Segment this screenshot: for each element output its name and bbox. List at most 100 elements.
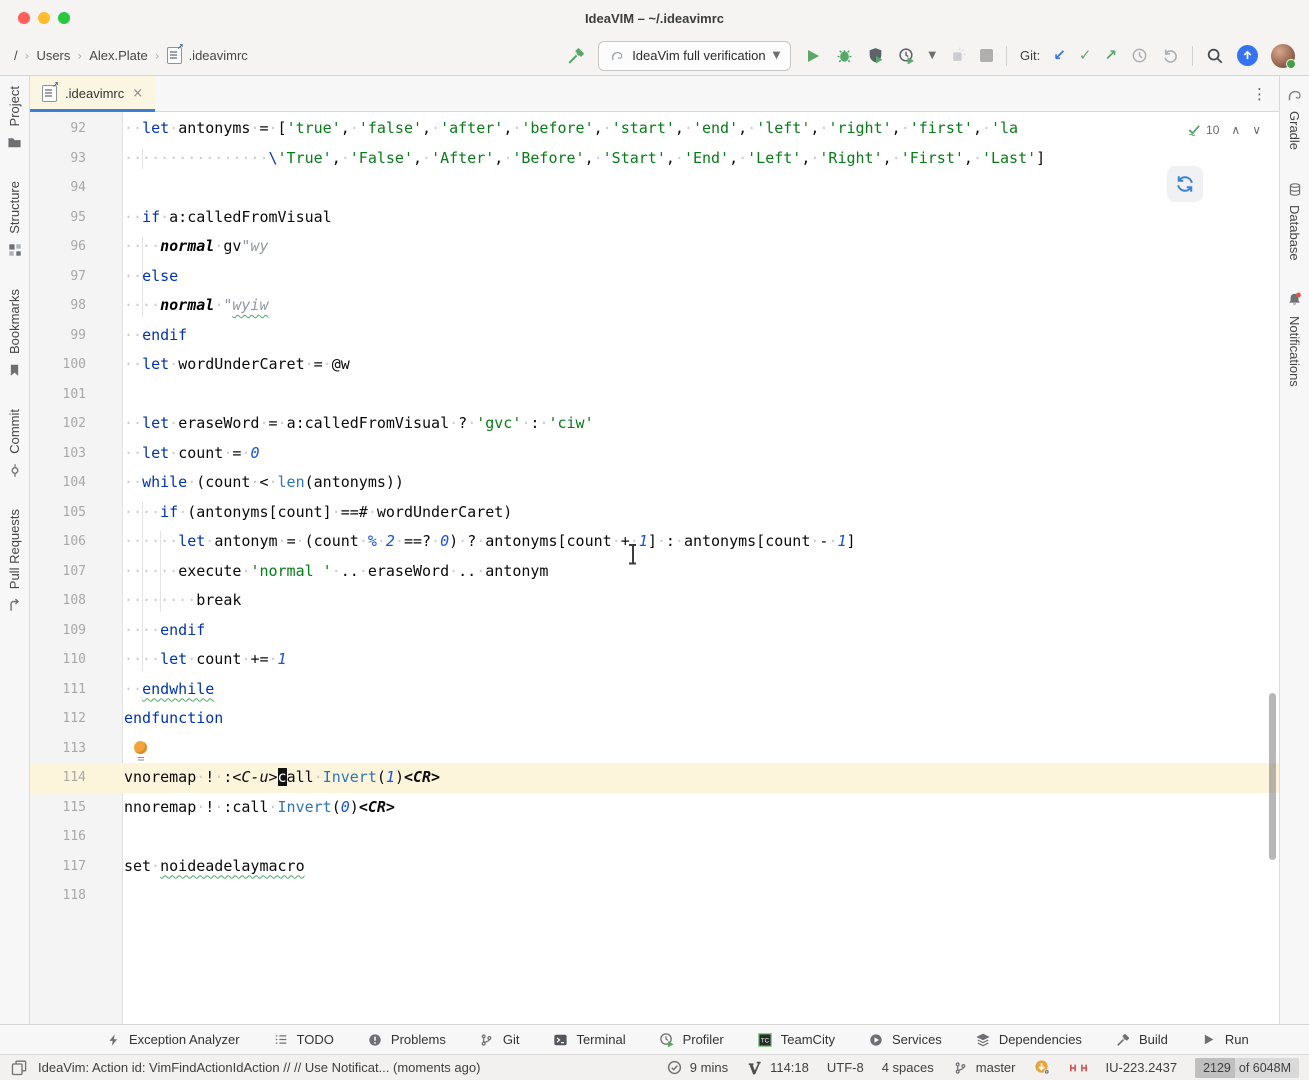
editor-line-111: 111 ··endwhile (30, 675, 1279, 705)
toolwindow-button-problems[interactable]: Problems (366, 1031, 446, 1049)
line-number[interactable]: 102 (30, 409, 122, 439)
status-item-git-branch[interactable]: master (952, 1059, 1016, 1077)
status-item-file-encoding[interactable]: UTF-8 (827, 1060, 864, 1075)
line-number[interactable]: 101 (30, 380, 122, 410)
line-number[interactable]: 103 (30, 439, 122, 469)
tool-stripe-button-database[interactable]: Database (1286, 180, 1304, 261)
line-number[interactable]: 114 (30, 763, 122, 793)
toolwindow-button-services[interactable]: Services (867, 1031, 942, 1049)
status-item-label: 114:18 (770, 1060, 809, 1075)
editor-scrollbar[interactable] (1269, 693, 1276, 860)
line-number[interactable]: 99 (30, 321, 122, 351)
line-number[interactable]: 109 (30, 616, 122, 646)
tool-stripe-label: Pull Requests (7, 509, 22, 590)
toolwindow-button-run[interactable]: Run (1200, 1031, 1249, 1049)
structure-icon (6, 241, 24, 259)
line-number[interactable]: 111 (30, 675, 122, 705)
layout-icon[interactable] (10, 1059, 28, 1077)
line-number[interactable]: 110 (30, 645, 122, 675)
status-message[interactable]: IdeaVim: Action id: VimFindActionIdActio… (38, 1060, 480, 1075)
line-number[interactable]: 107 (30, 557, 122, 587)
tool-stripe-button-notifications[interactable]: Notifications (1286, 291, 1304, 387)
prev-problem-icon[interactable]: ∧ (1231, 123, 1240, 137)
git-update-icon[interactable]: ↙ (1053, 48, 1066, 63)
toolwindow-button-teamcity[interactable]: TC TeamCity (756, 1031, 835, 1049)
history-icon (1130, 47, 1148, 65)
gradle-icon (1286, 86, 1304, 104)
run-options-chevron-icon[interactable]: ▼ (928, 50, 936, 61)
line-number[interactable]: 100 (30, 350, 122, 380)
line-number[interactable]: 106 (30, 527, 122, 557)
ide-update-icon[interactable] (1237, 45, 1258, 66)
line-number[interactable]: 92 (30, 114, 122, 144)
tool-stripe-button-project[interactable]: Project (6, 86, 24, 151)
line-number[interactable]: 115 (30, 793, 122, 823)
line-number[interactable]: 118 (30, 881, 122, 911)
toolwindow-button-todo[interactable]: TODO (272, 1031, 334, 1049)
memory-indicator[interactable]: 2129 of 6048M (1195, 1057, 1299, 1078)
line-number[interactable]: 112 (30, 704, 122, 734)
inspections-count: 10 (1206, 122, 1220, 137)
exception-analyzer-icon (104, 1031, 122, 1049)
reload-file-button[interactable] (1167, 166, 1203, 202)
tab-ideavimrc[interactable]: .ideavimrc × (30, 76, 156, 112)
toolwindow-button-dependencies[interactable]: Dependencies (974, 1031, 1082, 1049)
run-configuration-select[interactable]: IdeaVim full verification ▼ (598, 40, 792, 71)
tool-stripe-button-structure[interactable]: Structure (6, 181, 24, 259)
git-commit-check-icon[interactable]: ✓ (1079, 48, 1092, 63)
line-number[interactable]: 116 (30, 822, 122, 852)
line-number[interactable]: 117 (30, 852, 122, 882)
inspections-widget[interactable]: 10 ∧ ∨ (1183, 120, 1265, 139)
code-editor[interactable]: 92 ··let·antonyms·=·['true',·'false',·'af… (30, 112, 1279, 1024)
breadcrumb-users[interactable]: Users (36, 48, 70, 63)
breadcrumb-file[interactable]: .ideavimrc (189, 48, 248, 63)
toolwindow-button-terminal[interactable]: Terminal (551, 1031, 626, 1049)
avatar[interactable] (1271, 43, 1296, 69)
tool-stripe-button-gradle[interactable]: Gradle (1286, 86, 1304, 150)
editor-line-96: 96 ····normal·gv"wy (30, 232, 1279, 262)
build-hammer-icon[interactable] (567, 47, 585, 65)
breadcrumb-root[interactable]: / (14, 48, 18, 63)
more-options-icon[interactable]: ⋮ (1252, 76, 1279, 111)
status-item-plugin-update[interactable] (1034, 1059, 1052, 1077)
line-number[interactable]: 95 (30, 203, 122, 233)
close-icon[interactable]: × (132, 86, 143, 101)
refresh-icon (1177, 176, 1193, 192)
status-item-indent-style[interactable]: 4 spaces (882, 1060, 934, 1075)
line-number[interactable]: 108 (30, 586, 122, 616)
breadcrumb-user-home[interactable]: Alex.Plate (89, 48, 148, 63)
status-item-session-time[interactable]: 9 mins (666, 1059, 728, 1077)
code-text: ····normal·"wyiw (124, 296, 269, 314)
status-item-ide-version[interactable]: IU-223.2437 (1106, 1060, 1178, 1075)
run-with-coverage-button[interactable] (866, 47, 884, 65)
tool-stripe-button-bookmarks[interactable]: Bookmarks (6, 289, 24, 379)
intention-bulb-icon[interactable] (134, 741, 147, 758)
line-number[interactable]: 96 (30, 232, 122, 262)
editor-line-98: 98 ····normal·"wyiw (30, 291, 1279, 321)
git-push-icon[interactable]: ↗ (1104, 48, 1117, 63)
profile-button[interactable] (897, 47, 915, 65)
tool-stripe-button-commit[interactable]: Commit (6, 409, 24, 479)
toolwindow-button-profiler[interactable]: Profiler (658, 1031, 724, 1049)
tool-stripe-button-pull-requests[interactable]: Pull Requests (6, 509, 24, 614)
search-everywhere-icon[interactable] (1206, 47, 1224, 65)
line-number[interactable]: 98 (30, 291, 122, 321)
toolwindow-button-git[interactable]: Git (478, 1031, 519, 1049)
line-number[interactable]: 113 (30, 734, 122, 764)
status-item-caret-position[interactable]: 114:18 (746, 1059, 809, 1077)
line-number[interactable]: 104 (30, 468, 122, 498)
tool-stripe-label: Bookmarks (7, 289, 22, 355)
line-number[interactable]: 94 (30, 173, 122, 203)
next-problem-icon[interactable]: ∨ (1252, 123, 1261, 137)
debug-button[interactable] (835, 47, 853, 65)
toolwindow-button-build[interactable]: Build (1114, 1031, 1168, 1049)
line-number[interactable]: 97 (30, 262, 122, 292)
run-button[interactable] (804, 47, 822, 65)
stop-button (980, 49, 994, 62)
line-number[interactable]: 105 (30, 498, 122, 528)
tool-stripe-label: Database (1287, 205, 1302, 261)
line-number[interactable]: 93 (30, 144, 122, 174)
toolwindow-button-exception-analyzer[interactable]: Exception Analyzer (104, 1031, 240, 1049)
status-item-ideavim-toggle[interactable] (1070, 1059, 1088, 1077)
editor-line-102: 102 ··let·eraseWord·=·a:calledFromVisual·… (30, 409, 1279, 439)
